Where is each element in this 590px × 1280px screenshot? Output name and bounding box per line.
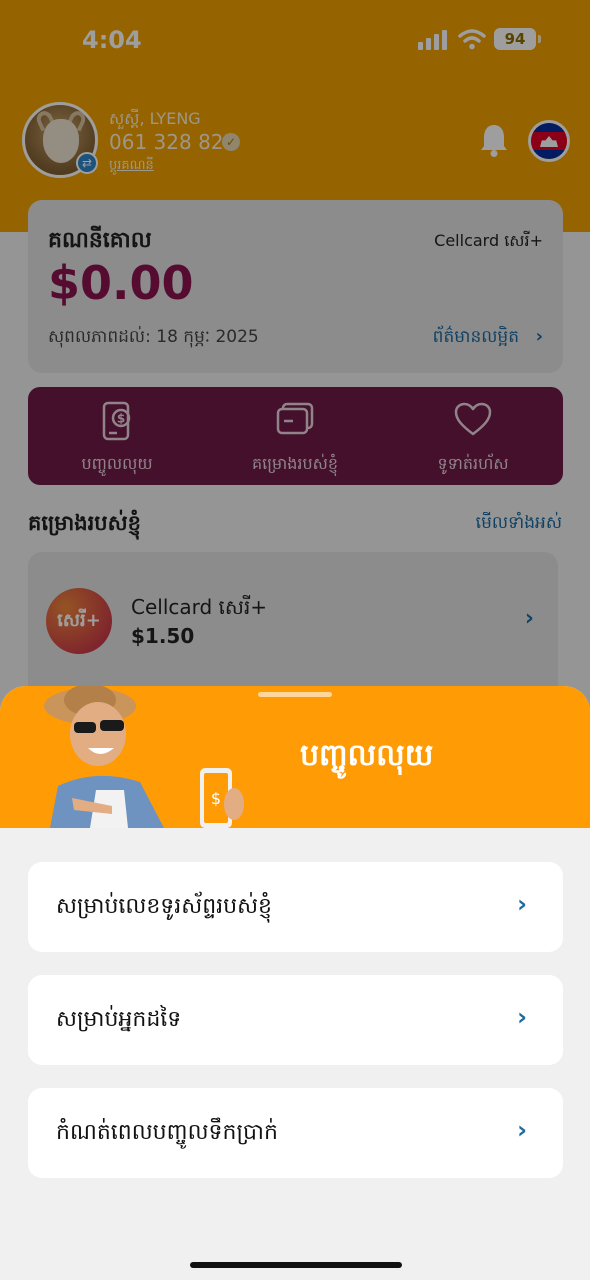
sheet-grabber[interactable]	[258, 692, 332, 697]
app-screen: 4:04 94 ⇄ សួស្តី, LYENG 061 328 822 ✓ ប្…	[0, 0, 590, 1280]
topup-bottom-sheet: $ បញ្ចូលលុយ សម្រាប់លេខទូរស័ព្ទរបស់ខ្ញុំ …	[0, 686, 590, 1280]
chevron-right-icon: ›	[517, 1116, 527, 1144]
chevron-right-icon: ›	[517, 1003, 527, 1031]
topup-option-my-number[interactable]: សម្រាប់លេខទូរស័ព្ទរបស់ខ្ញុំ ›	[28, 862, 563, 952]
chevron-right-icon: ›	[517, 890, 527, 918]
sheet-title: បញ្ចូលលុយ	[300, 738, 434, 773]
promo-person-illustration: $	[44, 686, 244, 828]
option-label: សម្រាប់លេខទូរស័ព្ទរបស់ខ្ញុំ	[56, 894, 273, 919]
svg-text:$: $	[211, 789, 221, 808]
topup-option-others[interactable]: សម្រាប់អ្នកដទៃ ›	[28, 975, 563, 1065]
sheet-header: $ បញ្ចូលលុយ	[0, 686, 590, 828]
home-indicator[interactable]	[190, 1262, 402, 1268]
option-label: សម្រាប់អ្នកដទៃ	[56, 1007, 182, 1032]
option-label: កំណត់ពេលបញ្ចូលទឹកប្រាក់	[56, 1120, 278, 1145]
topup-option-schedule[interactable]: កំណត់ពេលបញ្ចូលទឹកប្រាក់ ›	[28, 1088, 563, 1178]
